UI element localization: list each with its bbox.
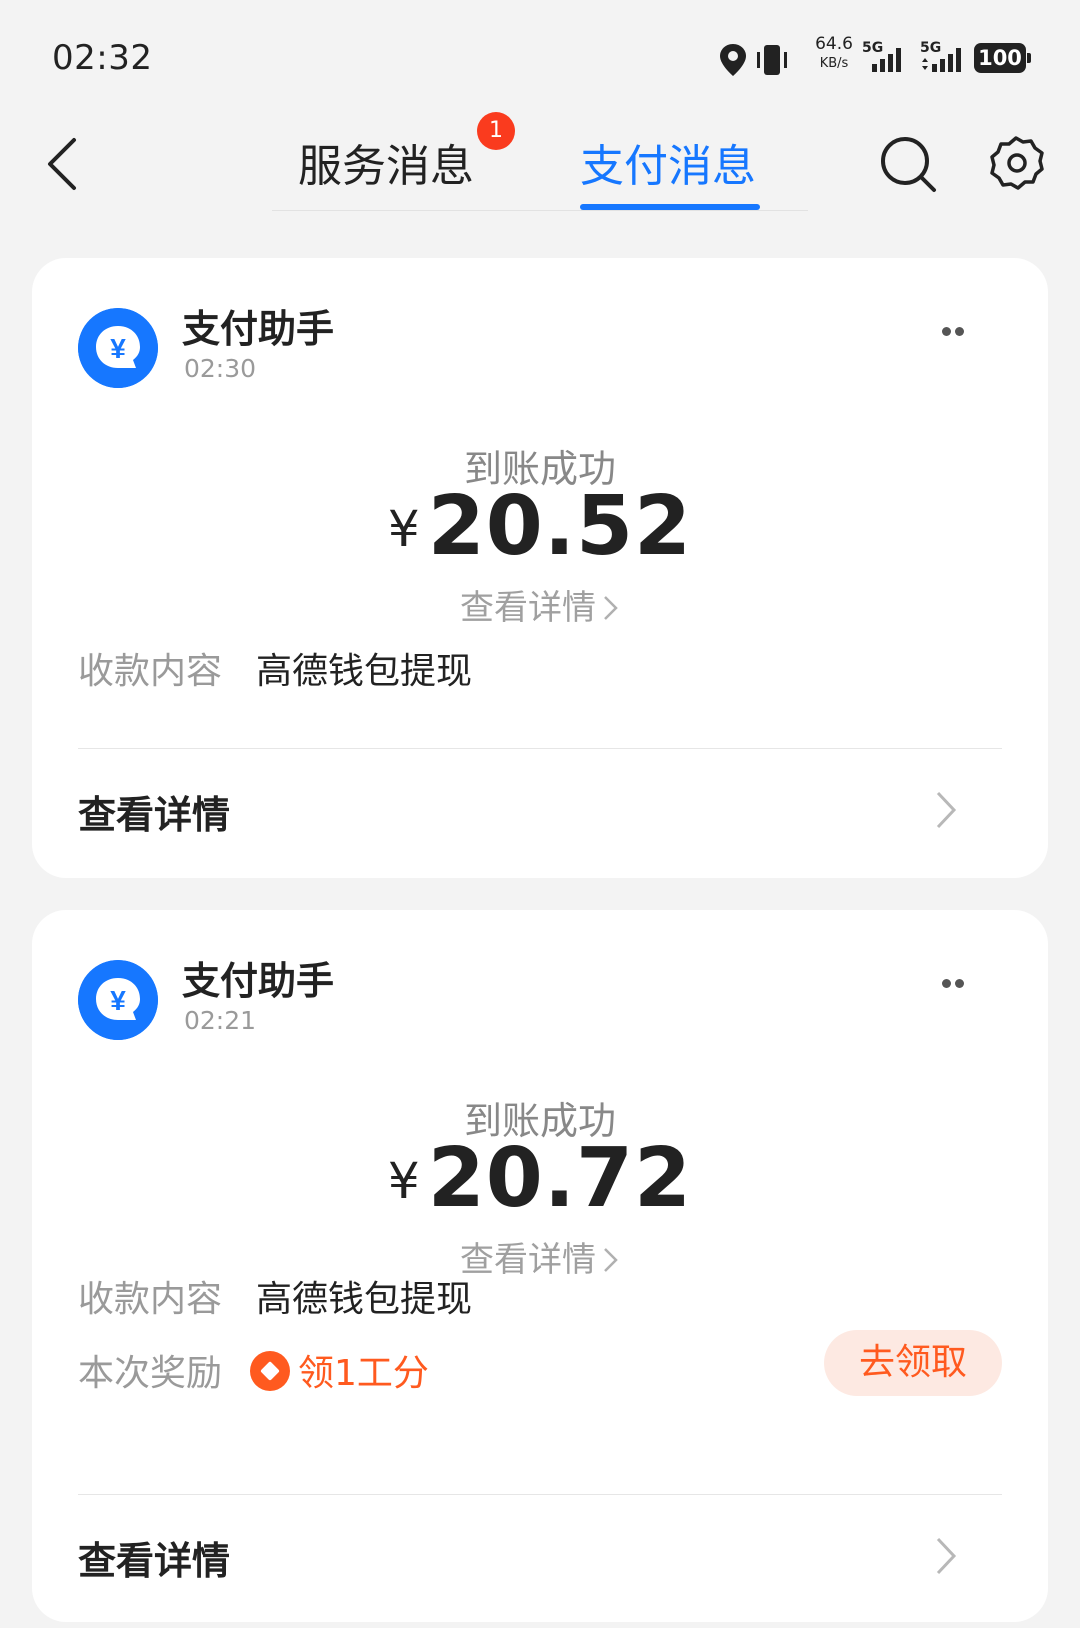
payment-assistant-avatar-icon: ¥ [78,308,158,388]
reward-text: 领1工分 [298,1353,429,1394]
network-speed-value: 64.6 [815,34,853,54]
message-time: 02:21 [184,1006,257,1035]
svg-text:¥: ¥ [110,333,126,364]
vibrate-icon [757,45,787,75]
amount-row: ¥20.72 [32,1138,1048,1220]
view-details-label: 查看详情 [78,1539,231,1583]
chevron-right-icon [604,596,618,620]
network-speed: 64.6 KB/s [804,34,864,71]
location-icon [720,44,746,76]
more-options-icon[interactable] [940,970,984,998]
reward-value: 领1工分 [250,1344,429,1396]
sender-name: 支付助手 [182,959,335,1003]
tab-payment-messages[interactable]: 支付消息 [580,130,756,194]
header: 服务消息 1 支付消息 [0,110,1080,220]
view-details-row[interactable]: 查看详情 [32,1494,1048,1614]
currency-symbol: ¥ [387,500,420,558]
svg-text:¥: ¥ [110,985,126,1016]
chevron-right-icon [936,1537,957,1575]
view-details-link-label: 查看详情 [460,588,596,628]
battery-icon: 100 [974,43,1031,73]
message-time: 02:30 [184,354,257,383]
chevron-right-icon [604,1248,618,1272]
sender-name: 支付助手 [182,307,335,351]
reward-points-icon [250,1351,290,1391]
status-bar: 02:32 64.6 KB/s 5G 5G 100 [0,0,1080,110]
field-label: 收款内容 [78,651,223,692]
message-card: ¥ 支付助手 02:30 到账成功 ¥20.52 查看详情 收款内容 高德钱包提… [32,258,1048,878]
unread-badge: 1 [477,112,515,150]
view-details-label: 查看详情 [78,793,231,837]
chevron-right-icon [936,791,957,829]
amount-value: 20.52 [427,479,693,574]
view-details-link-label: 查看详情 [460,1240,596,1280]
network-speed-unit: KB/s [819,56,849,71]
field-label: 本次奖励 [78,1353,223,1394]
currency-symbol: ¥ [387,1152,420,1210]
claim-reward-button[interactable]: 去领取 [824,1330,1002,1396]
signal-icon [922,48,961,72]
tab-service-messages[interactable]: 服务消息 [298,130,474,194]
field-value: 高德钱包提现 [256,1279,473,1320]
search-icon[interactable] [878,134,942,198]
view-details-link[interactable]: 查看详情 [32,580,1048,629]
status-time: 02:32 [52,38,153,78]
amount-value: 20.72 [427,1131,693,1226]
payment-assistant-avatar-icon: ¥ [78,960,158,1040]
more-options-icon[interactable] [940,318,984,346]
view-details-row[interactable]: 查看详情 [32,748,1048,868]
message-card: ¥ 支付助手 02:21 到账成功 ¥20.72 查看详情 收款内容 高德钱包提… [32,910,1048,1622]
field-label: 收款内容 [78,1279,223,1320]
settings-icon[interactable] [986,134,1046,194]
tab-divider [272,210,808,211]
field-value: 高德钱包提现 [256,651,473,692]
amount-row: ¥20.52 [32,486,1048,568]
signal-icon [872,48,901,72]
back-icon[interactable] [40,134,90,194]
